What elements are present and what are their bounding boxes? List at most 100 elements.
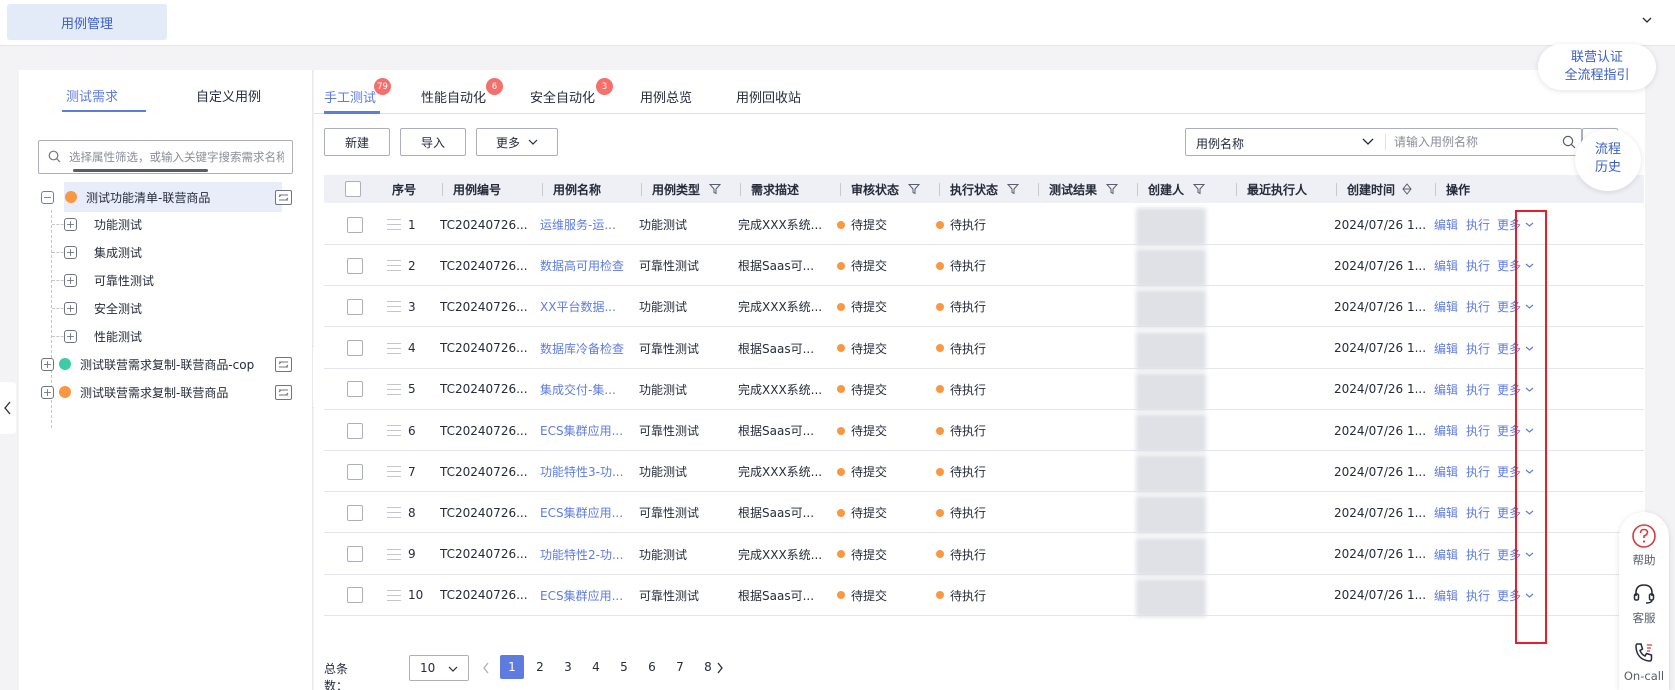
cell-case-name-link[interactable]: 数据高可用检查 — [540, 245, 635, 286]
requirement-search-input[interactable] — [69, 147, 284, 167]
edit-link[interactable]: 编辑 — [1434, 534, 1458, 575]
drag-handle-icon[interactable] — [387, 301, 401, 313]
edit-link[interactable]: 编辑 — [1434, 492, 1458, 533]
sort-icon[interactable] — [1402, 183, 1412, 195]
table-row[interactable]: 5 TC20240726... 集成交付-集... 功能测试 完成XXX系统..… — [324, 369, 1644, 411]
more-button[interactable]: 更多 — [476, 128, 558, 156]
run-link[interactable]: 执行 — [1466, 328, 1490, 369]
page-number[interactable]: 4 — [584, 655, 608, 679]
oncall-button[interactable]: On-call — [1619, 640, 1669, 683]
edit-link[interactable]: 编辑 — [1434, 410, 1458, 451]
run-link[interactable]: 执行 — [1466, 451, 1490, 492]
edit-link[interactable]: 编辑 — [1434, 369, 1458, 410]
cell-case-name-link[interactable]: 功能特性2-功... — [540, 534, 635, 575]
tree-node-root2[interactable]: + 测试联营需求复制-联营商品-cop — [41, 350, 254, 378]
table-row[interactable]: 10 TC20240726... ECS集群应用... 可靠性测试 根据Saas… — [324, 575, 1644, 617]
tab-performance-automation[interactable]: 性能自动化 — [421, 87, 486, 106]
row-checkbox[interactable] — [347, 422, 363, 439]
row-checkbox[interactable] — [347, 216, 363, 233]
expand-icon[interactable]: + — [64, 273, 77, 287]
run-link[interactable]: 执行 — [1466, 286, 1490, 327]
more-actions-link[interactable]: 更多 — [1497, 328, 1534, 369]
tab-case-recycle-bin[interactable]: 用例回收站 — [736, 87, 801, 106]
page-size-select[interactable]: 10 — [409, 655, 469, 681]
filter-icon[interactable] — [1106, 183, 1119, 195]
process-history-button[interactable]: 流程 历史 — [1575, 129, 1641, 191]
drag-handle-icon[interactable] — [387, 383, 401, 395]
select-all-checkbox[interactable] — [345, 181, 361, 197]
page-number[interactable]: 2 — [528, 655, 552, 679]
table-row[interactable]: 8 TC20240726... ECS集群应用... 可靠性测试 根据Saas可… — [324, 492, 1644, 535]
filter-icon[interactable] — [908, 183, 921, 195]
import-button[interactable]: 导入 — [400, 128, 466, 156]
expand-icon[interactable]: + — [41, 385, 54, 399]
edit-link[interactable]: 编辑 — [1434, 204, 1458, 245]
more-actions-link[interactable]: 更多 — [1497, 204, 1534, 245]
expand-icon[interactable]: + — [41, 357, 54, 371]
cell-case-name-link[interactable]: ECS集群应用... — [540, 575, 635, 616]
more-actions-link[interactable]: 更多 — [1497, 534, 1534, 575]
filter-icon[interactable] — [1193, 183, 1206, 195]
table-row[interactable]: 3 TC20240726... XX平台数据... 功能测试 完成XXX系统..… — [324, 286, 1644, 329]
case-name-search-input[interactable] — [1394, 133, 1554, 151]
run-link[interactable]: 执行 — [1466, 410, 1490, 451]
drag-handle-icon[interactable] — [387, 425, 401, 436]
more-actions-link[interactable]: 更多 — [1497, 451, 1534, 492]
run-link[interactable]: 执行 — [1466, 492, 1490, 533]
filter-icon[interactable] — [709, 183, 722, 195]
cell-case-name-link[interactable]: ECS集群应用... — [540, 492, 635, 533]
edit-link[interactable]: 编辑 — [1434, 245, 1458, 286]
edit-link[interactable]: 编辑 — [1434, 328, 1458, 369]
tab-case-management[interactable]: 用例管理 — [7, 4, 167, 40]
tab-test-requirements[interactable]: 测试需求 — [66, 86, 118, 105]
tree-node-performance[interactable]: + 性能测试 — [64, 322, 142, 350]
edit-link[interactable]: 编辑 — [1434, 451, 1458, 492]
page-number[interactable]: 5 — [612, 655, 636, 679]
tree-node-security[interactable]: + 安全测试 — [64, 294, 142, 322]
chevron-down-icon[interactable] — [1641, 14, 1653, 26]
certification-guide-button[interactable]: 联营认证 全流程指引 — [1538, 44, 1656, 90]
requirement-search[interactable] — [38, 140, 293, 174]
page-number[interactable]: 7 — [668, 655, 692, 679]
run-link[interactable]: 执行 — [1466, 245, 1490, 286]
expand-icon[interactable]: + — [64, 217, 77, 231]
chevron-left-icon[interactable] — [482, 662, 490, 674]
search-icon[interactable] — [1562, 135, 1576, 149]
drag-handle-icon[interactable] — [387, 219, 401, 230]
chevron-down-icon[interactable] — [1362, 137, 1374, 147]
filter-icon[interactable] — [275, 385, 292, 400]
customer-service-button[interactable]: 客服 — [1619, 581, 1669, 626]
collapse-icon[interactable]: − — [41, 190, 54, 204]
drag-handle-icon[interactable] — [387, 466, 401, 478]
row-checkbox[interactable] — [347, 340, 363, 357]
row-checkbox[interactable] — [347, 587, 363, 604]
run-link[interactable]: 执行 — [1466, 534, 1490, 575]
sidebar-collapse-handle[interactable] — [0, 382, 16, 434]
tree-node-integration[interactable]: + 集成测试 — [64, 238, 142, 266]
edit-link[interactable]: 编辑 — [1434, 286, 1458, 327]
table-row[interactable]: 4 TC20240726... 数据库冷备检查 可靠性测试 根据Saas可...… — [324, 328, 1644, 370]
more-actions-link[interactable]: 更多 — [1497, 492, 1534, 533]
filter-icon[interactable] — [1007, 183, 1020, 195]
drag-handle-icon[interactable] — [387, 507, 401, 519]
drag-handle-icon[interactable] — [387, 260, 401, 272]
table-row[interactable]: 9 TC20240726... 功能特性2-功... 功能测试 完成XXX系统.… — [324, 534, 1644, 576]
tab-case-overview[interactable]: 用例总览 — [640, 87, 692, 106]
tree-node-root3[interactable]: + 测试联营需求复制-联营商品 — [41, 378, 228, 406]
more-actions-link[interactable]: 更多 — [1497, 410, 1534, 451]
row-checkbox[interactable] — [347, 546, 363, 563]
cell-case-name-link[interactable]: ECS集群应用... — [540, 410, 635, 451]
row-checkbox[interactable] — [347, 463, 363, 480]
expand-icon[interactable]: + — [64, 329, 77, 343]
search-field-select[interactable]: 用例名称 — [1196, 135, 1244, 152]
more-actions-link[interactable]: 更多 — [1497, 286, 1534, 327]
cell-case-name-link[interactable]: 集成交付-集... — [540, 369, 635, 410]
horizontal-scrollbar[interactable] — [73, 169, 208, 172]
cell-case-name-link[interactable]: 运维服务-运... — [540, 204, 635, 245]
table-row[interactable]: 2 TC20240726... 数据高可用检查 可靠性测试 根据Saas可...… — [324, 245, 1644, 288]
cell-case-name-link[interactable]: 功能特性3-功... — [540, 451, 635, 492]
drag-handle-icon[interactable] — [387, 342, 401, 354]
row-checkbox[interactable] — [347, 381, 363, 398]
chevron-right-icon[interactable] — [716, 662, 724, 674]
tab-custom-cases[interactable]: 自定义用例 — [196, 86, 261, 105]
